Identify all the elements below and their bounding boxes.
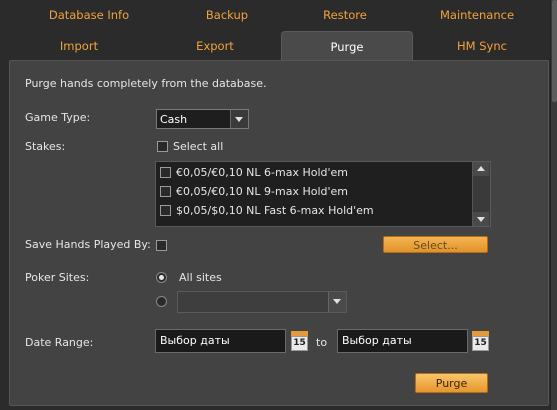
dropdown-arrow-icon[interactable]	[328, 292, 346, 312]
tab-export[interactable]: Export	[146, 31, 284, 61]
scroll-up-icon[interactable]	[473, 162, 489, 176]
tab-maintenance[interactable]: Maintenance	[408, 0, 546, 30]
all-sites-label: All sites	[179, 271, 222, 284]
date-to-input[interactable]: Выбор даты	[337, 329, 468, 353]
stakes-list: €0,05/€0,10 NL 6-max Hold'em €0,05/€0,10…	[155, 161, 491, 227]
stakes-scrollbar[interactable]	[472, 162, 490, 226]
calendar-icon-day: 15	[472, 336, 489, 351]
calendar-icon-day: 15	[291, 336, 308, 351]
stake-label: €0,05/€0,10 NL 9-max Hold'em	[176, 185, 349, 198]
to-label: to	[316, 336, 328, 349]
scroll-down-icon[interactable]	[473, 212, 489, 226]
window-scrollbar-thumb[interactable]	[552, 0, 557, 102]
dropdown-arrow-icon[interactable]	[230, 110, 248, 128]
purge-panel: Purge hands completely from the database…	[9, 60, 549, 406]
poker-sites-label: Poker Sites:	[25, 271, 90, 284]
select-all-label: Select all	[173, 140, 224, 153]
stake-label: $0,05/$0,10 NL Fast 6-max Hold'em	[176, 204, 374, 217]
date-from-value: Выбор даты	[160, 334, 230, 347]
stake-checkbox[interactable]	[160, 186, 171, 197]
window-scrollbar[interactable]	[550, 0, 557, 410]
stake-checkbox[interactable]	[160, 167, 171, 178]
purge-button[interactable]: Purge	[415, 373, 488, 393]
select-all-checkbox[interactable]	[157, 141, 168, 152]
tab-hm-sync[interactable]: HM Sync	[413, 31, 551, 61]
date-to-value: Выбор даты	[342, 334, 412, 347]
tab-restore[interactable]: Restore	[276, 0, 414, 30]
all-sites-radio[interactable]	[156, 272, 167, 283]
select-players-button[interactable]: Select...	[383, 236, 488, 253]
calendar-icon[interactable]: 15	[472, 331, 489, 351]
game-type-select[interactable]: Cash	[156, 109, 249, 129]
game-type-value: Cash	[160, 113, 188, 126]
date-from-input[interactable]: Выбор даты	[155, 329, 286, 353]
game-type-label: Game Type:	[25, 111, 91, 124]
save-hands-label: Save Hands Played By:	[25, 238, 151, 251]
tab-purge[interactable]: Purge	[281, 31, 413, 61]
stake-label: €0,05/€0,10 NL 6-max Hold'em	[176, 166, 349, 179]
stakes-label: Stakes:	[25, 140, 66, 153]
stake-checkbox[interactable]	[160, 205, 171, 216]
date-range-label: Date Range:	[25, 336, 94, 349]
save-hands-checkbox[interactable]	[156, 240, 167, 251]
tab-row-1: Database Info Backup Restore Maintenance	[0, 0, 550, 30]
purge-description: Purge hands completely from the database…	[25, 77, 267, 90]
specific-site-radio[interactable]	[156, 296, 167, 307]
tab-row-2: Import Export Purge HM Sync	[0, 31, 550, 61]
tab-import[interactable]: Import	[10, 31, 148, 61]
site-select[interactable]	[177, 291, 347, 313]
tab-database-info[interactable]: Database Info	[20, 0, 158, 30]
calendar-icon[interactable]: 15	[291, 331, 308, 351]
